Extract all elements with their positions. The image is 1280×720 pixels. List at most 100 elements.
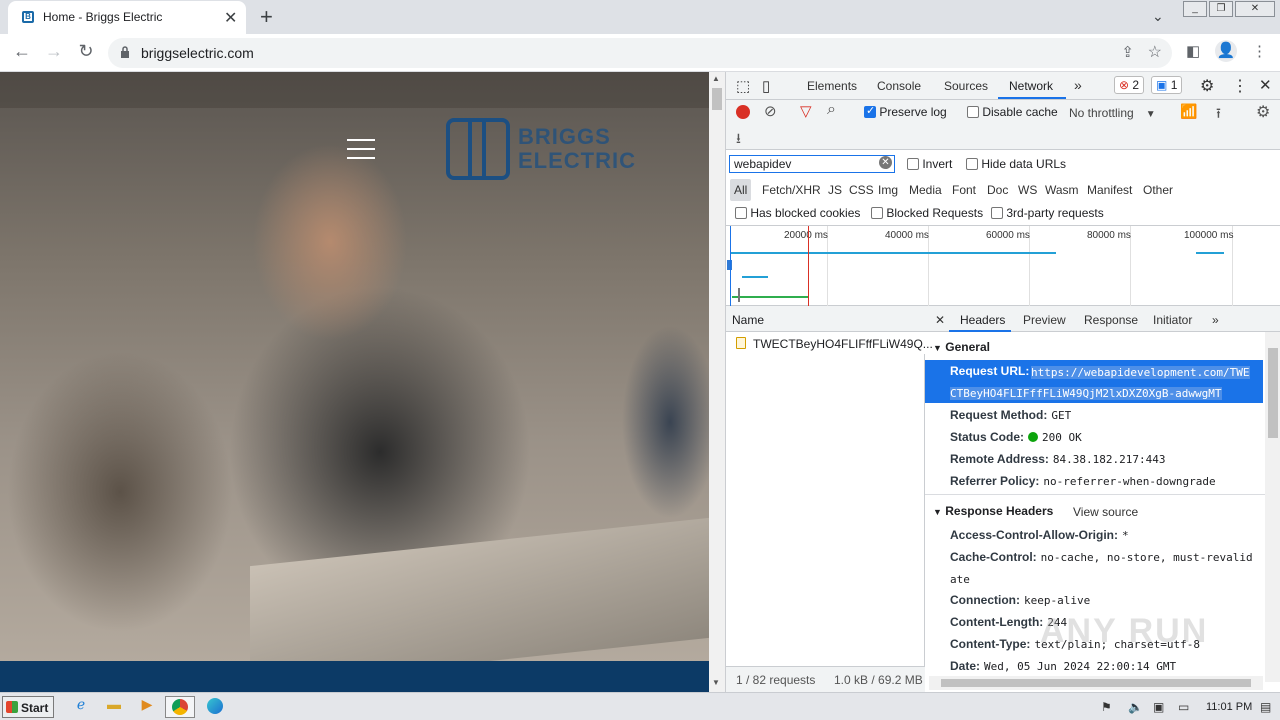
inspect-element-icon[interactable]: ⬚ [736, 77, 750, 95]
disable-cache-check[interactable] [967, 106, 979, 118]
ie-icon[interactable]: ℯ [68, 696, 94, 718]
network-settings-gear-icon[interactable]: ⚙ [1256, 102, 1270, 122]
tab-network[interactable]: Network [1009, 79, 1053, 93]
device-toolbar-icon[interactable]: ▯ [762, 77, 770, 95]
disable-cache-checkbox[interactable]: Disable cache [967, 105, 1058, 119]
taskbar-clock[interactable]: 11:01 PM [1206, 701, 1252, 713]
filter-type-js[interactable]: JS [828, 183, 842, 197]
devtools-close-icon[interactable]: ✕ [1259, 76, 1272, 94]
filter-type-other[interactable]: Other [1143, 183, 1173, 197]
media-player-icon[interactable]: ▶ [134, 696, 160, 718]
devtools-menu-icon[interactable]: ⋮ [1232, 76, 1248, 96]
filter-type-img[interactable]: Img [878, 183, 898, 197]
tab-preview[interactable]: Preview [1023, 313, 1066, 327]
hide-data-urls-check[interactable] [966, 158, 978, 170]
tab-elements[interactable]: Elements [807, 79, 857, 93]
search-icon[interactable]: ⌕ [827, 101, 836, 119]
details-vertical-scrollbar[interactable] [1265, 332, 1280, 682]
filter-clear-icon[interactable]: ✕ [879, 156, 892, 169]
filter-type-ws[interactable]: WS [1018, 183, 1037, 197]
details-close-icon[interactable]: ✕ [935, 313, 945, 327]
tray-flag-icon[interactable]: ⚑ [1101, 700, 1112, 714]
filter-input[interactable]: webapidev [729, 155, 895, 173]
network-timeline-overview[interactable]: 20000 ms 40000 ms 60000 ms 80000 ms 1000… [726, 226, 1280, 306]
bookmark-star-icon[interactable]: ☆ [1148, 42, 1162, 62]
volume-icon[interactable]: 🔈 [1128, 700, 1143, 714]
browser-tab-active[interactable]: B Home - Briggs Electric ✕ [8, 1, 246, 34]
window-close-button[interactable]: ✕ [1235, 1, 1275, 17]
briggs-electric-logo[interactable]: BRIGGS ELECTRIC [446, 118, 666, 182]
message-count-badge[interactable]: ▣ 1 [1151, 76, 1183, 94]
preserve-log-check[interactable] [864, 104, 876, 118]
network-tray-icon[interactable]: ▣ [1153, 700, 1164, 714]
export-har-icon[interactable]: ⭳ [736, 128, 741, 152]
profile-avatar-icon[interactable]: 👤 [1215, 40, 1237, 62]
filter-type-fetch-xhr[interactable]: Fetch/XHR [762, 183, 821, 197]
back-arrow-icon[interactable]: ← [10, 41, 34, 65]
file-explorer-icon[interactable]: ▬ [101, 696, 127, 718]
new-tab-button[interactable]: + [260, 4, 280, 29]
has-blocked-cookies-check[interactable] [735, 207, 747, 219]
tab-response[interactable]: Response [1084, 313, 1138, 327]
blocked-requests-checkbox[interactable]: Blocked Requests [871, 206, 983, 220]
request-row[interactable]: TWECTBeyHO4FLIFffFLiW49Q... [726, 332, 933, 354]
details-more-tabs-icon[interactable]: » [1212, 313, 1219, 327]
name-column-header[interactable]: Name [726, 306, 925, 332]
forward-arrow-icon[interactable]: → [42, 41, 66, 65]
third-party-check[interactable] [991, 207, 1003, 219]
has-blocked-cookies-checkbox[interactable]: Has blocked cookies [735, 206, 860, 220]
filter-type-css[interactable]: CSS [849, 183, 874, 197]
details-horizontal-scrollbar[interactable] [929, 676, 1263, 690]
show-desktop-icon[interactable]: ▤ [1260, 700, 1271, 714]
blocked-requests-check[interactable] [871, 207, 883, 219]
filter-type-wasm[interactable]: Wasm [1045, 183, 1079, 197]
tab-sources[interactable]: Sources [944, 79, 988, 93]
details-hscroll-thumb[interactable] [941, 679, 1251, 687]
filter-type-media[interactable]: Media [909, 183, 942, 197]
chrome-icon[interactable] [165, 696, 195, 718]
invert-checkbox[interactable]: Invert [907, 157, 952, 171]
request-url-value-line2: CTBeyHO4FLIFffFLiW49QjM2lxDXZ0XgB-adwwgM… [950, 387, 1222, 400]
filter-type-font[interactable]: Font [952, 183, 976, 197]
tab-console[interactable]: Console [877, 79, 921, 93]
filter-type-manifest[interactable]: Manifest [1087, 183, 1132, 197]
share-icon[interactable]: ⇪ [1121, 43, 1134, 61]
date-value: Wed, 05 Jun 2024 22:00:14 GMT [984, 660, 1177, 673]
page-scrollbar[interactable]: ▲ ▼ [709, 72, 725, 692]
hamburger-menu-icon[interactable] [347, 139, 375, 159]
details-scrollbar-thumb[interactable] [1268, 348, 1278, 438]
tab-initiator[interactable]: Initiator [1153, 313, 1192, 327]
clear-icon[interactable]: ⊘ [764, 102, 777, 120]
invert-check[interactable] [907, 158, 919, 170]
response-headers-section-header[interactable]: ▼ Response Headers [933, 504, 1053, 518]
hide-data-urls-checkbox[interactable]: Hide data URLs [966, 157, 1066, 171]
view-source-link[interactable]: View source [1073, 505, 1138, 519]
restore-button[interactable]: ❐ [1209, 1, 1233, 17]
tab-headers[interactable]: Headers [960, 313, 1005, 327]
preserve-log-checkbox[interactable]: Preserve log [864, 104, 947, 119]
filter-funnel-icon[interactable]: ▽ [800, 102, 812, 120]
general-section-header[interactable]: ▼ General [933, 340, 990, 354]
network-conditions-icon[interactable]: 📶 [1180, 103, 1197, 120]
error-count-badge[interactable]: ⊗ 2 [1114, 76, 1145, 94]
page-scrollbar-thumb[interactable] [712, 88, 722, 110]
side-panel-icon[interactable]: ◧ [1186, 42, 1200, 60]
menu-kebab-icon[interactable]: ⋮ [1252, 42, 1267, 60]
request-url-row[interactable]: Request URL: https://webapidevelopment.c… [925, 360, 1263, 403]
third-party-checkbox[interactable]: 3rd-party requests [991, 206, 1104, 220]
more-tabs-chevron-icon[interactable]: » [1074, 77, 1082, 93]
filter-type-doc[interactable]: Doc [987, 183, 1008, 197]
minimize-button[interactable]: _ [1183, 1, 1207, 17]
tab-search-chevron-icon[interactable]: ⌄ [1152, 8, 1164, 25]
battery-icon[interactable]: ▭ [1178, 700, 1189, 714]
edge-icon[interactable] [202, 696, 228, 718]
record-icon[interactable] [736, 105, 750, 119]
settings-gear-icon[interactable]: ⚙ [1200, 76, 1214, 96]
tab-close-icon[interactable]: ✕ [224, 8, 237, 28]
start-button[interactable]: Start [2, 696, 54, 718]
import-har-icon[interactable]: ⭱ [1216, 103, 1221, 127]
reload-icon[interactable]: ↻ [74, 41, 98, 65]
throttling-select[interactable]: No throttling ▼ [1069, 106, 1156, 120]
address-bar[interactable]: briggselectric.com ⇪ ☆ [108, 38, 1172, 68]
filter-type-all[interactable]: All [730, 179, 752, 201]
